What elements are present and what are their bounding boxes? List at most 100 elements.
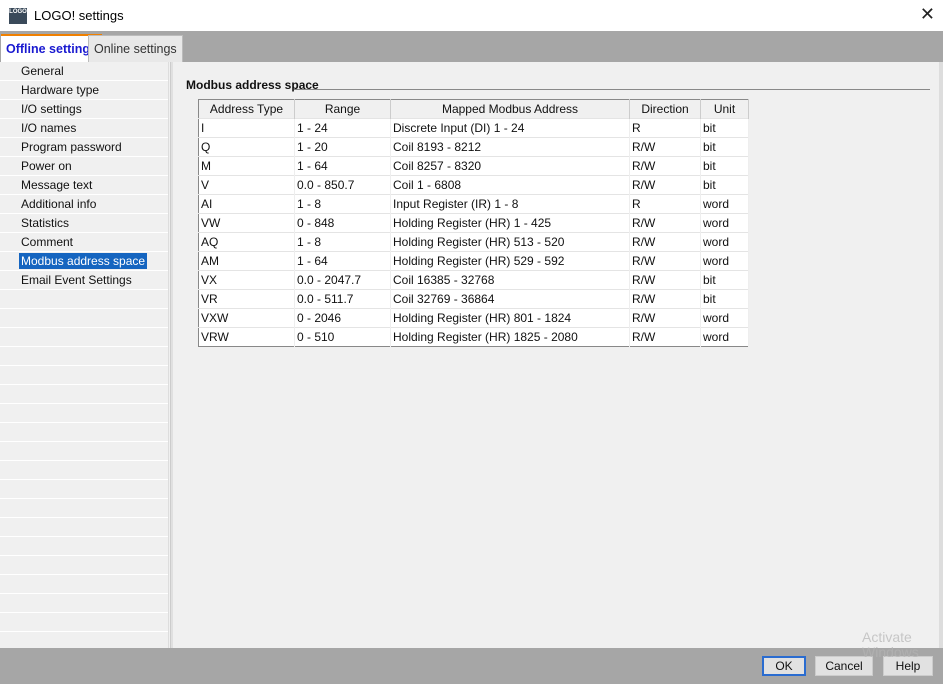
- table-cell: R/W: [629, 232, 701, 252]
- table-cell: 1 - 24: [294, 118, 391, 138]
- window-title: LOGO! settings: [34, 8, 124, 23]
- column-header[interactable]: Mapped Modbus Address: [390, 99, 630, 119]
- sidebar-item[interactable]: Comment: [0, 233, 168, 252]
- table-row: I1 - 24 Discrete Input (DI) 1 - 24 Rbit: [198, 118, 749, 138]
- footer-bar: OK Cancel Help: [0, 648, 943, 684]
- table-cell: R/W: [629, 308, 701, 328]
- sidebar-item[interactable]: Message text: [0, 176, 168, 195]
- column-header[interactable]: Address Type: [198, 99, 295, 119]
- sidebar-item[interactable]: Statistics: [0, 214, 168, 233]
- table-cell: 0 - 2046: [294, 308, 391, 328]
- scrollbar[interactable]: [939, 62, 943, 648]
- table-cell: Coil 8257 - 8320: [390, 156, 630, 176]
- table-cell: VR: [198, 289, 295, 309]
- sidebar-empty-row: [0, 461, 168, 480]
- sidebar-item[interactable]: I/O settings: [0, 100, 168, 119]
- sidebar-item-label: Message text: [21, 178, 93, 192]
- sidebar-item[interactable]: Modbus address space: [0, 252, 168, 271]
- sidebar-empty-row: [0, 480, 168, 499]
- table-cell: 0 - 510: [294, 327, 391, 347]
- column-header[interactable]: Range: [294, 99, 391, 119]
- table-cell: VXW: [198, 308, 295, 328]
- sidebar-empty-row: [0, 518, 168, 537]
- table-row: AM 1 - 64 Holding Register (HR) 529 - 592 R…: [198, 251, 749, 271]
- section-divider: [294, 89, 930, 90]
- table-cell: VX: [198, 270, 295, 290]
- table-cell: bit: [700, 289, 749, 309]
- sidebar-item-label: I/O names: [21, 121, 77, 135]
- table-row: VX 0.0 - 2047.7 Coil 16385 - 32768 R/W bit: [198, 270, 749, 290]
- sidebar-empty-row: [0, 575, 168, 594]
- table-cell: word: [700, 327, 749, 347]
- table-cell: 1 - 8: [294, 232, 391, 252]
- table-cell: Holding Register (HR) 529 - 592: [390, 251, 630, 271]
- table-row: VR 0.0 - 511.7 Coil 32769 - 36864 R/W bit: [198, 289, 749, 309]
- table-cell: bit: [700, 118, 749, 138]
- sidebar-item-label: Comment: [21, 235, 74, 249]
- table-cell: R/W: [629, 327, 701, 347]
- table-cell: VW: [198, 213, 295, 233]
- splitter[interactable]: [170, 62, 173, 648]
- sidebar-empty-row: [0, 613, 168, 632]
- table-cell: Coil 8193 - 8212: [390, 137, 630, 157]
- table-cell: Holding Register (HR) 1825 - 2080: [390, 327, 630, 347]
- table-cell: 1 - 64: [294, 251, 391, 271]
- sidebar-item[interactable]: I/O names: [0, 119, 168, 138]
- sidebar-empty-row: [0, 385, 168, 404]
- sidebar-item-label: Additional info: [21, 197, 97, 211]
- sidebar-empty-row: [0, 290, 168, 309]
- table-cell: Input Register (IR) 1 - 8: [390, 194, 630, 214]
- activation-watermark: Activate Windows: [862, 629, 919, 660]
- sidebar-item[interactable]: Hardware type: [0, 81, 168, 100]
- table-cell: 1 - 64: [294, 156, 391, 176]
- sidebar-item[interactable]: Program password: [0, 138, 168, 157]
- sidebar-item-label: Modbus address space: [19, 253, 148, 269]
- table-cell: Holding Register (HR) 1 - 425: [390, 213, 630, 233]
- tab-offline-settings[interactable]: Offline settings: [1, 34, 102, 62]
- table-cell: VRW: [198, 327, 295, 347]
- sidebar-item[interactable]: Power on: [0, 157, 168, 176]
- sidebar-empty-row: [0, 328, 168, 347]
- sidebar-empty-row: [0, 556, 168, 575]
- table-cell: bit: [700, 175, 749, 195]
- table-cell: bit: [700, 270, 749, 290]
- table-header: Address Type Range Mapped Modbus Address Di…: [198, 99, 749, 119]
- sidebar-empty-row: [0, 423, 168, 442]
- ok-button[interactable]: OK: [762, 656, 806, 676]
- table-row: Q1 - 20 Coil 8193 - 8212 R/W bit: [198, 137, 749, 157]
- table-cell: R/W: [629, 289, 701, 309]
- table-cell: R: [629, 118, 701, 138]
- table-cell: word: [700, 251, 749, 271]
- column-header[interactable]: Direction: [629, 99, 701, 119]
- sidebar-item-label: Statistics: [21, 216, 70, 230]
- table-cell: 1 - 8: [294, 194, 391, 214]
- table-cell: AQ: [198, 232, 295, 252]
- table-cell: Coil 1 - 6808: [390, 175, 630, 195]
- logo-icon: LOGO: [9, 7, 27, 24]
- sidebar-item[interactable]: Email Event Settings: [0, 271, 168, 290]
- sidebar-empty-row: [0, 537, 168, 556]
- sidebar-item-label: I/O settings: [21, 102, 82, 116]
- sidebar-item[interactable]: Additional info: [0, 195, 168, 214]
- table-cell: R/W: [629, 156, 701, 176]
- table-cell: 0.0 - 511.7: [294, 289, 391, 309]
- table-cell: bit: [700, 156, 749, 176]
- title-bar: LOGO LOGO! settings ✕: [0, 0, 943, 31]
- column-header[interactable]: Unit: [700, 99, 749, 119]
- sidebar-empty-row: [0, 594, 168, 613]
- tab-online-settings[interactable]: Online settings: [88, 35, 183, 62]
- table-cell: M: [198, 156, 295, 176]
- table-cell: R/W: [629, 213, 701, 233]
- sidebar-item-label: Hardware type: [21, 83, 100, 97]
- table-cell: Q: [198, 137, 295, 157]
- table-cell: word: [700, 232, 749, 252]
- main-panel: Modbus address space Address Type Range Ma…: [174, 62, 939, 648]
- table-cell: 0.0 - 2047.7: [294, 270, 391, 290]
- sidebar-empty-row: [0, 347, 168, 366]
- sidebar-item[interactable]: General: [0, 62, 168, 81]
- sidebar-empty-row: [0, 309, 168, 328]
- table-row: AI 1 - 8 Input Register (IR) 1 - 8 Rword: [198, 194, 749, 214]
- sidebar-empty-row: [0, 366, 168, 385]
- close-icon[interactable]: ✕: [920, 4, 935, 25]
- table-cell: R/W: [629, 251, 701, 271]
